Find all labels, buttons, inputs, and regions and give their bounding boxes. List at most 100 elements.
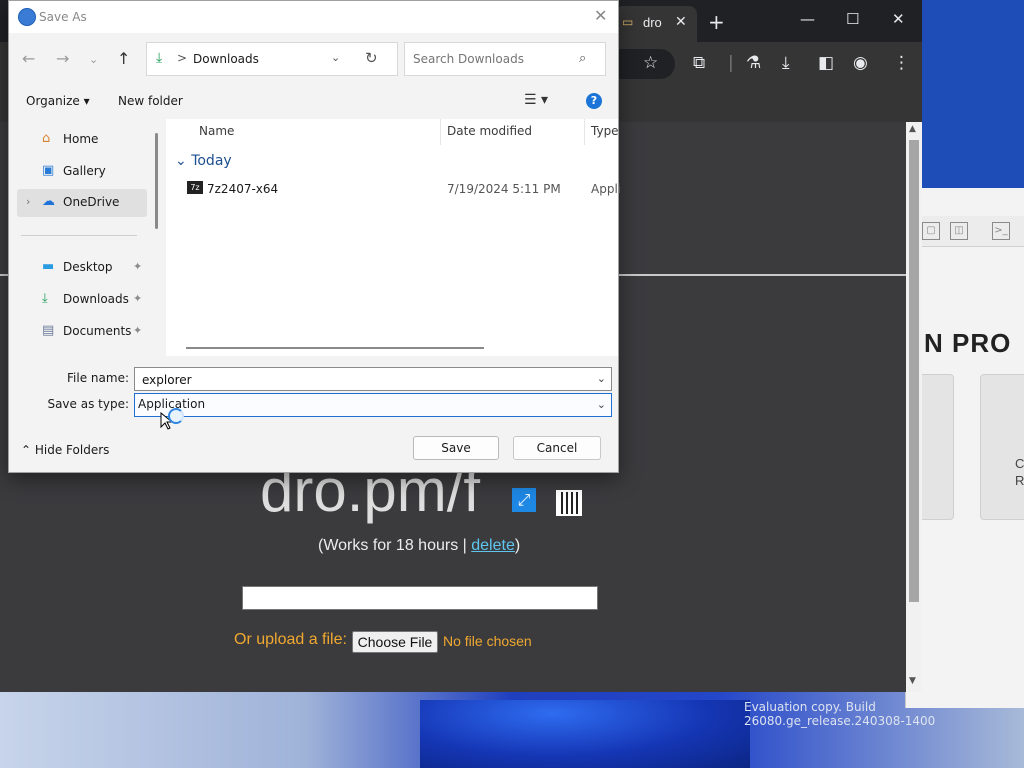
group-header-today[interactable]: ⌄ Today (175, 153, 232, 169)
close-window-icon[interactable]: ✕ (892, 10, 905, 28)
scroll-up-icon[interactable]: ▲ (909, 124, 916, 134)
layers-icon[interactable]: ◫ (950, 222, 968, 240)
command-bar: Organize ▾ New folder ☰ ▾ ? (9, 89, 618, 115)
pin-icon[interactable]: ✦ (133, 324, 142, 337)
expand-chevron-icon[interactable]: › (26, 195, 30, 208)
column-type[interactable]: Type (591, 124, 619, 138)
save-type-label: Save as type: (47, 397, 129, 411)
background-app-toolbar: ▢ ◫ >_ (906, 216, 1024, 247)
gallery-icon: ▣ (42, 163, 55, 178)
column-divider[interactable] (584, 119, 585, 145)
column-name[interactable]: Name (199, 124, 234, 138)
download-folder-icon: ⤓ (156, 50, 163, 66)
background-app-window: ▢ ◫ >_ N PRO al C Re (905, 188, 1024, 708)
bookmark-star-icon[interactable]: ☆ (643, 53, 658, 73)
chevron-down-icon[interactable]: ⌄ (597, 398, 606, 411)
file-type: Appli (591, 182, 622, 196)
scroll-down-icon[interactable]: ▼ (909, 676, 916, 686)
desktop-icon: ▬ (42, 259, 55, 274)
minimize-icon[interactable]: — (800, 10, 815, 28)
cancel-button[interactable]: Cancel (513, 436, 601, 460)
file-name-field[interactable]: ⌄ (134, 367, 612, 391)
column-date-modified[interactable]: Date modified (447, 124, 532, 138)
chevron-down-icon[interactable]: ⌄ (331, 51, 340, 64)
column-divider[interactable] (440, 119, 441, 145)
collapse-chevron-icon[interactable]: ⌄ (175, 153, 191, 169)
file-list: Name Date modified Type ⌄ Today 7z 7z240… (166, 119, 622, 356)
dialog-title: Save As (39, 10, 87, 24)
file-row[interactable]: 7z 7z2407-x64 7/19/2024 5:11 PM Appli (166, 177, 622, 201)
search-icon: ⌕ (579, 51, 587, 66)
7zip-app-icon: 7z (187, 181, 203, 194)
tab-favicon-icon: ▭ (622, 15, 634, 29)
save-button[interactable]: Save (413, 436, 499, 460)
brand-text: N PRO (924, 328, 1012, 358)
nav-item-downloads[interactable]: ⤓ Downloads ✦ (17, 286, 147, 314)
maximize-icon[interactable]: ☐ (846, 10, 859, 28)
profile-avatar-icon[interactable]: ◉ (853, 53, 868, 73)
dialog-titlebar: Save As ✕ (9, 1, 618, 33)
organize-button[interactable]: Organize ▾ (26, 94, 90, 108)
nav-item-documents[interactable]: ▤ Documents ✦ (17, 318, 147, 346)
paste-textarea[interactable] (242, 586, 598, 610)
tab-title: dro (643, 15, 662, 30)
tab-close-icon[interactable]: ✕ (675, 13, 687, 30)
file-name-label: File name: (67, 371, 129, 385)
up-arrow-icon[interactable]: ↑ (117, 49, 130, 68)
nav-item-onedrive[interactable]: › ☁ OneDrive (17, 189, 147, 217)
file-date: 7/19/2024 5:11 PM (447, 182, 561, 196)
new-folder-button[interactable]: New folder (118, 94, 183, 108)
search-box[interactable]: ⌕ (404, 42, 606, 76)
chevron-down-icon[interactable]: ⌄ (597, 372, 606, 385)
nav-item-home[interactable]: ⌂ Home (17, 126, 147, 154)
recent-locations-chevron-icon[interactable]: ⌄ (89, 53, 98, 66)
back-arrow-icon[interactable]: ← (22, 49, 35, 68)
view-options-icon[interactable]: ☰ ▾ (524, 92, 548, 108)
open-external-icon[interactable]: ⤢ (512, 488, 536, 512)
side-panel-icon[interactable]: ◧ (818, 53, 834, 73)
frame-icon[interactable]: ▢ (922, 222, 940, 240)
menu-kebab-icon[interactable]: ⋮ (893, 53, 910, 73)
busy-spinner-icon (168, 408, 184, 424)
download-icon: ⤓ (42, 291, 48, 306)
breadcrumb-downloads[interactable]: Downloads (193, 52, 259, 66)
nav-divider (21, 235, 137, 236)
dialog-close-icon[interactable]: ✕ (594, 6, 607, 25)
scrollbar-thumb[interactable] (909, 140, 919, 602)
nav-item-gallery[interactable]: ▣ Gallery (17, 158, 147, 186)
choose-file-button[interactable]: Choose File (352, 631, 438, 653)
labs-flask-icon[interactable]: ⚗ (746, 53, 761, 73)
chrome-icon (18, 8, 36, 26)
save-as-type-select[interactable]: Application ⌄ (134, 393, 612, 417)
terminal-icon[interactable]: >_ (992, 222, 1010, 240)
delete-link[interactable]: delete (471, 537, 515, 554)
file-list-hscrollbar[interactable] (186, 347, 484, 349)
forward-arrow-icon[interactable]: → (56, 49, 69, 68)
hide-folders-button[interactable]: ⌃ Hide Folders (21, 443, 109, 457)
no-file-status: No file chosen (443, 633, 532, 649)
nav-item-desktop[interactable]: ▬ Desktop ✦ (17, 254, 147, 282)
help-icon[interactable]: ? (586, 93, 602, 109)
save-as-dialog: Save As ✕ ← → ⌄ ↑ ⤓ > Downloads ⌄ ↻ ⌕ Or… (8, 0, 622, 473)
page-scrollbar[interactable]: ▲ ▼ (906, 122, 922, 692)
upload-label: Or upload a file: (234, 631, 347, 648)
breadcrumb-separator: > (177, 51, 188, 65)
wallpaper-bloom (420, 700, 750, 768)
refresh-icon[interactable]: ↻ (365, 49, 378, 67)
file-name: 7z2407-x64 (207, 182, 279, 196)
toolbar-divider: | (728, 53, 734, 73)
navigation-pane: ⌂ Home ▣ Gallery › ☁ OneDrive ▬ Desktop … (9, 119, 159, 356)
search-input[interactable] (411, 49, 575, 69)
document-icon: ▤ (42, 323, 55, 338)
extensions-icon[interactable]: ⧉ (693, 53, 705, 73)
qr-code-icon[interactable] (556, 490, 582, 516)
option-card[interactable]: C Re (980, 374, 1024, 520)
file-name-input[interactable] (140, 371, 584, 389)
browser-tab[interactable]: ▭ dro ✕ (615, 6, 697, 42)
address-bar[interactable]: ⤓ > Downloads ⌄ ↻ (146, 42, 398, 76)
downloads-icon[interactable]: ⤓ (782, 53, 790, 73)
pin-icon[interactable]: ✦ (133, 260, 142, 273)
nav-scrollbar[interactable] (155, 133, 158, 229)
new-tab-icon[interactable]: + (708, 10, 725, 34)
pin-icon[interactable]: ✦ (133, 292, 142, 305)
